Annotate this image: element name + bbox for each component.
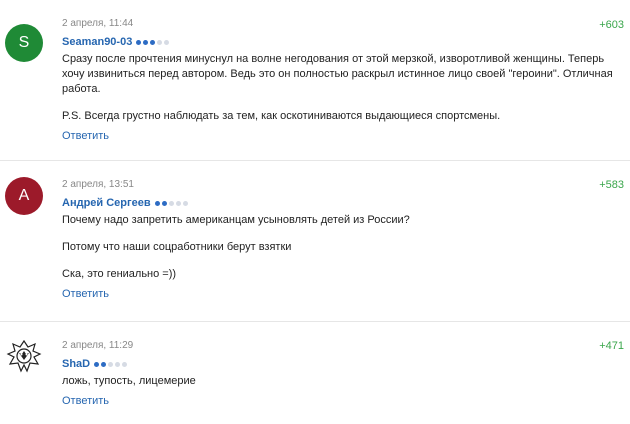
comment-text: ложь, тупость, лицемерие xyxy=(62,374,622,389)
comment-paragraph: Сразу после прочтения минуснул на волне … xyxy=(62,53,613,95)
reputation-dot xyxy=(108,361,114,367)
author-row: ShaD xyxy=(62,358,622,370)
reputation-dot xyxy=(154,200,160,206)
avatar[interactable]: A xyxy=(5,177,43,215)
reply-button[interactable]: Ответить xyxy=(62,130,109,142)
avatar[interactable]: S xyxy=(5,24,43,62)
reputation-dot xyxy=(168,200,174,206)
reputation-dot xyxy=(94,361,100,367)
reputation-dot xyxy=(122,361,128,367)
comment-paragraph: ложь, тупость, лицемерие xyxy=(62,375,196,387)
comment-paragraph: Потому что наши соцработники берут взятк… xyxy=(62,241,292,253)
reputation-dot xyxy=(143,39,149,45)
avatar[interactable] xyxy=(5,338,43,376)
comment-date: 2 апреля, 13:51 xyxy=(62,179,134,190)
author-row: Seaman90-03 xyxy=(62,36,622,48)
comment: A 2 апреля, 13:51 +583 Андрей Сергеев По… xyxy=(0,161,630,321)
reputation-dot xyxy=(101,361,107,367)
reputation-dot xyxy=(161,200,167,206)
comment-paragraph: Ска, это гениально =)) xyxy=(62,268,177,280)
reputation-dots xyxy=(94,361,128,367)
author-row: Андрей Сергеев xyxy=(62,197,622,209)
comment-text: Сразу после прочтения минуснул на волне … xyxy=(62,52,622,124)
reputation-dot xyxy=(136,39,142,45)
reputation-dots xyxy=(154,200,188,206)
reputation-dots xyxy=(136,39,170,45)
avatar-letter: A xyxy=(18,187,30,204)
reply-button[interactable]: Ответить xyxy=(62,288,109,300)
comment-rating: +603 xyxy=(599,19,624,31)
author-link[interactable]: Seaman90-03 xyxy=(62,36,132,48)
reputation-dot xyxy=(157,39,163,45)
wolf-emblem-icon xyxy=(6,339,42,373)
reputation-dot xyxy=(115,361,121,367)
reputation-dot xyxy=(150,39,156,45)
reply-button[interactable]: Ответить xyxy=(62,395,109,407)
reputation-dot xyxy=(164,39,170,45)
reputation-dot xyxy=(175,200,181,206)
author-link[interactable]: Андрей Сергеев xyxy=(62,197,151,209)
comment-rating: +583 xyxy=(599,179,624,191)
comment-date: 2 апреля, 11:44 xyxy=(62,18,134,29)
comment-date: 2 апреля, 11:29 xyxy=(62,340,134,351)
comment: 2 апреля, 11:29 +471 ShaD ложь, тупость,… xyxy=(0,322,630,422)
comment-rating: +471 xyxy=(599,340,624,352)
author-link[interactable]: ShaD xyxy=(62,358,90,370)
avatar-letter: S xyxy=(18,34,30,51)
reputation-dot xyxy=(182,200,188,206)
comment-paragraph: Почему надо запретить американцам усынов… xyxy=(62,214,410,226)
comment-paragraph: P.S. Всегда грустно наблюдать за тем, ка… xyxy=(62,110,501,122)
comment: S 2 апреля, 11:44 +603 Seaman90-03 Сразу… xyxy=(0,0,630,160)
comment-text: Почему надо запретить американцам усынов… xyxy=(62,213,622,282)
